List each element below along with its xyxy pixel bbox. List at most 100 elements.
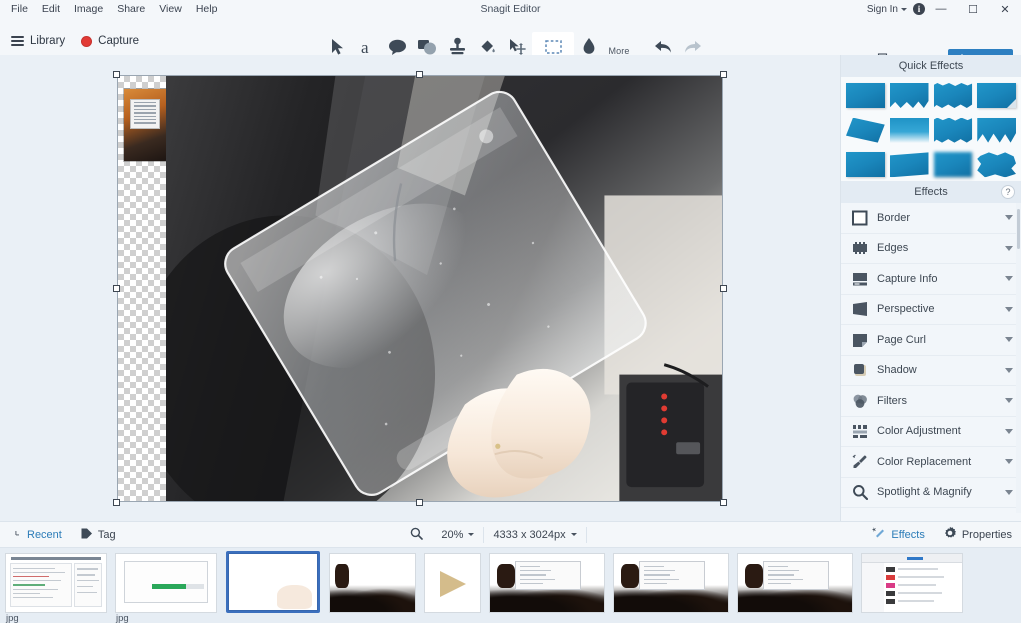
- recent-button[interactable]: Recent: [0, 521, 71, 548]
- effects-header: Effects ?: [841, 181, 1021, 203]
- resize-handle-middle-right[interactable]: [720, 285, 727, 292]
- quick-effect-plain-rectangle[interactable]: [846, 83, 885, 108]
- thumbnail-image: [614, 554, 728, 612]
- capture-info-icon: [852, 271, 868, 287]
- filmstrip-item-game-scene-with-window-1[interactable]: [490, 554, 604, 612]
- filmstrip-tray[interactable]: jpg jpg: [0, 548, 1021, 623]
- info-icon[interactable]: i: [913, 3, 925, 15]
- thumbnail-image: [862, 554, 962, 612]
- menu-file[interactable]: File: [4, 1, 35, 18]
- arrow-icon: [329, 34, 346, 56]
- dimensions-dropdown[interactable]: 4333 x 3024px: [484, 521, 585, 548]
- effects-toggle-button[interactable]: Effects: [863, 521, 933, 548]
- menu-help[interactable]: Help: [189, 1, 225, 18]
- zoom-search-button[interactable]: [401, 521, 432, 548]
- menu-view[interactable]: View: [152, 1, 189, 18]
- effect-row-page-curl[interactable]: Page Curl: [841, 325, 1021, 356]
- effects-list[interactable]: Border Edges Capture Info: [841, 203, 1021, 513]
- resize-handle-top-left[interactable]: [113, 71, 120, 78]
- chevron-down-icon[interactable]: [1005, 276, 1013, 281]
- resize-handle-top-right[interactable]: [720, 71, 727, 78]
- quick-effect-blob-edge[interactable]: [977, 152, 1016, 177]
- image-selection[interactable]: [117, 75, 723, 502]
- zoom-level-dropdown[interactable]: 20%: [432, 521, 483, 548]
- chevron-down-icon[interactable]: [1005, 246, 1013, 251]
- capture-button[interactable]: Capture: [78, 33, 142, 49]
- filmstrip-item-pale-triangle-capture[interactable]: [425, 554, 480, 612]
- minimize-button[interactable]: —: [925, 0, 957, 18]
- quick-effect-saw-edge[interactable]: [934, 118, 973, 143]
- filmstrip-item-library-list-capture[interactable]: [862, 554, 962, 612]
- toolbar: Library Capture Arrow a Text: [0, 18, 1021, 55]
- effect-row-perspective[interactable]: Perspective: [841, 295, 1021, 326]
- status-bar: Recent Tag 20% 4333 x 3024px: [0, 521, 1021, 548]
- canvas-photo[interactable]: [166, 76, 722, 501]
- quick-effects-header: Quick Effects: [841, 55, 1021, 77]
- effect-row-color-replacement[interactable]: Color Replacement: [841, 447, 1021, 478]
- effect-label-shadow: Shadow: [877, 364, 996, 376]
- chevron-down-icon[interactable]: [1005, 215, 1013, 220]
- help-icon[interactable]: ?: [1001, 185, 1015, 199]
- effect-row-filters[interactable]: Filters: [841, 386, 1021, 417]
- effect-row-capture-info[interactable]: Capture Info: [841, 264, 1021, 295]
- effect-row-shadow[interactable]: Shadow: [841, 356, 1021, 387]
- title-bar: File Edit Image Share View Help Snagit E…: [0, 0, 1021, 18]
- effect-row-watermark[interactable]: Watermark: [841, 508, 1021, 513]
- menu-image[interactable]: Image: [67, 1, 110, 18]
- library-button[interactable]: Library: [8, 33, 68, 49]
- effects-scrollbar[interactable]: [1016, 203, 1021, 513]
- snagit-editor-window: File Edit Image Share View Help Snagit E…: [0, 0, 1021, 623]
- resize-handle-middle-left[interactable]: [113, 285, 120, 292]
- effect-row-spotlight-magnify[interactable]: Spotlight & Magnify: [841, 478, 1021, 509]
- pasted-image-snippet[interactable]: [124, 89, 166, 161]
- chevron-down-icon[interactable]: [1005, 307, 1013, 312]
- quick-effect-perspective-diamond[interactable]: [846, 118, 885, 143]
- chevron-down-icon[interactable]: [1005, 429, 1013, 434]
- quick-effect-blur-edge[interactable]: [934, 152, 973, 177]
- redo-arrow-icon: [683, 34, 703, 56]
- menu-edit[interactable]: Edit: [35, 1, 67, 18]
- thumbnail-image: [738, 554, 852, 612]
- resize-handle-bottom-right[interactable]: [720, 499, 727, 506]
- canvas-area[interactable]: [0, 55, 840, 521]
- quick-effect-ragged-edge[interactable]: [934, 83, 973, 108]
- filmstrip-item-game-scene-1[interactable]: [330, 554, 415, 612]
- border-icon: [852, 210, 868, 226]
- stamp-icon: [449, 34, 466, 56]
- filmstrip-item-document-capture-1[interactable]: jpg: [6, 554, 106, 623]
- quick-effect-skewed[interactable]: [890, 152, 929, 177]
- maximize-button[interactable]: ☐: [957, 0, 989, 18]
- quick-effect-fade-bottom[interactable]: [890, 118, 929, 143]
- chevron-down-icon[interactable]: [1005, 459, 1013, 464]
- quick-effect-torn-edge[interactable]: [890, 83, 929, 108]
- effect-row-color-adjustment[interactable]: Color Adjustment: [841, 417, 1021, 448]
- menu-share[interactable]: Share: [110, 1, 152, 18]
- chevron-down-icon[interactable]: [1005, 337, 1013, 342]
- chevron-down-icon[interactable]: [1005, 398, 1013, 403]
- quick-effect-wave-edge[interactable]: [977, 118, 1016, 143]
- resize-handle-bottom-center[interactable]: [416, 499, 423, 506]
- effects-scrollbar-thumb[interactable]: [1017, 209, 1020, 249]
- effect-row-edges[interactable]: Edges: [841, 234, 1021, 265]
- resize-handle-bottom-left[interactable]: [113, 499, 120, 506]
- properties-button[interactable]: Properties: [934, 521, 1021, 548]
- tag-button[interactable]: Tag: [71, 521, 125, 548]
- clock-icon: [9, 528, 22, 541]
- quick-effect-plain-shadow[interactable]: [846, 152, 885, 177]
- filmstrip-item-game-scene-with-window-2[interactable]: [614, 554, 728, 612]
- toolbar-left-cluster: Library Capture: [8, 33, 142, 49]
- thumbnail-image: [229, 554, 317, 610]
- shape-icon: [417, 34, 437, 56]
- sign-in-button[interactable]: Sign In: [861, 4, 913, 15]
- effect-row-border[interactable]: Border: [841, 203, 1021, 234]
- chevron-down-icon[interactable]: [1005, 490, 1013, 495]
- resize-handle-top-center[interactable]: [416, 71, 423, 78]
- quick-effect-page-curl[interactable]: [977, 83, 1016, 108]
- filmstrip-item-dialog-progress-capture[interactable]: jpg: [116, 554, 216, 623]
- chevron-down-icon[interactable]: [1005, 368, 1013, 373]
- filmstrip-item-game-scene-with-window-3[interactable]: [738, 554, 852, 612]
- effect-label-filters: Filters: [877, 395, 996, 407]
- close-button[interactable]: ✕: [989, 0, 1021, 18]
- filmstrip-item-screen-protector-photo[interactable]: [226, 551, 320, 613]
- selection-border: [117, 75, 723, 502]
